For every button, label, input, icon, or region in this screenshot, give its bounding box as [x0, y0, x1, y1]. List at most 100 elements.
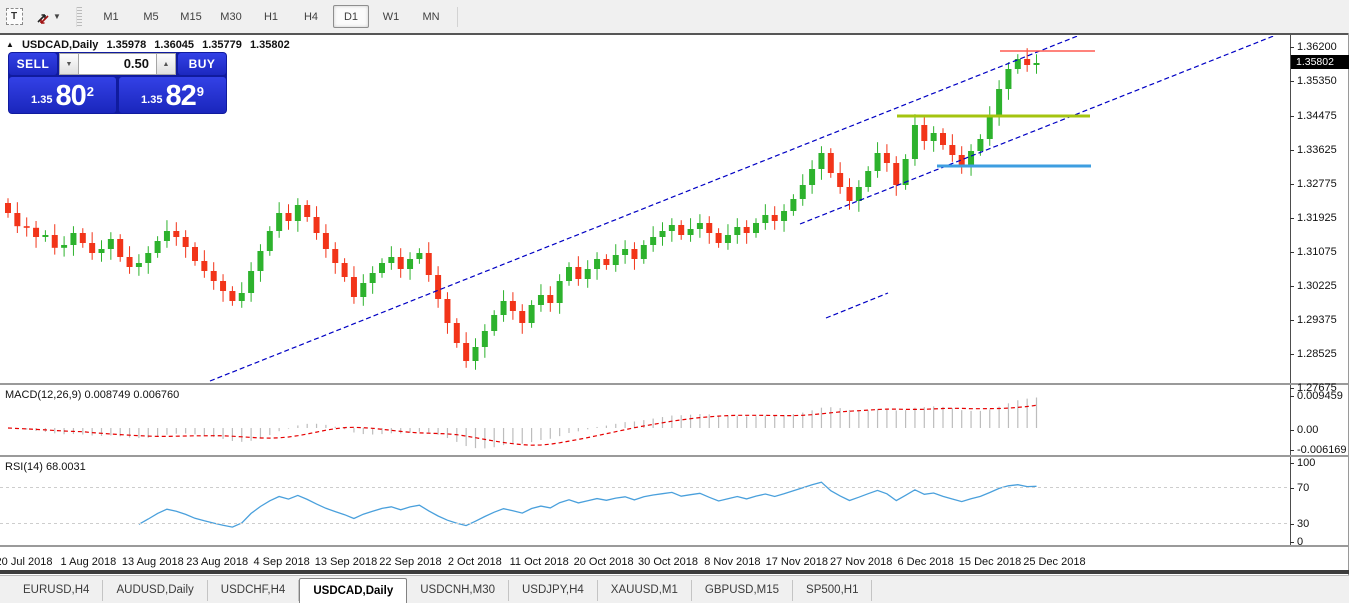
volume-input[interactable]: 0.50	[79, 53, 156, 75]
candle-body	[622, 249, 628, 255]
price-axis-tick	[1290, 184, 1294, 185]
buy-button[interactable]: BUY	[178, 53, 226, 75]
date-axis-label: 1 Aug 2018	[61, 556, 117, 568]
timeframe-button-m5[interactable]: M5	[133, 5, 169, 28]
price-axis-border	[1290, 35, 1291, 547]
price-axis-tick	[1290, 286, 1294, 287]
collapse-triangle-icon[interactable]: ▲	[6, 40, 14, 49]
date-axis-label: 13 Sep 2018	[315, 556, 377, 568]
price-axis-label: 1.31925	[1297, 212, 1337, 224]
candle-body	[968, 151, 974, 165]
chart-tab-usdchf[interactable]: USDCHF,H4	[208, 580, 300, 601]
tile-windows-icon	[35, 9, 51, 25]
macd-indicator-label: MACD(12,26,9) 0.008749 0.006760	[5, 389, 179, 401]
candle-body	[444, 299, 450, 323]
text-tool-icon: T	[6, 8, 23, 25]
macd-axis-label: 0.00	[1297, 424, 1318, 436]
sell-price-display[interactable]: 1.35 80 2	[9, 77, 116, 113]
sell-button[interactable]: SELL	[9, 53, 57, 75]
timeframe-toolbar: M1M5M15M30H1H4D1W1MN	[91, 5, 451, 28]
subwindow-splitter-rsi[interactable]	[0, 455, 1349, 457]
candle-body	[276, 213, 282, 231]
buy-price-big: 82	[165, 82, 195, 111]
candle-body	[304, 205, 310, 217]
chart-window-top-border	[0, 33, 1349, 35]
candle-body	[5, 203, 11, 213]
chart-tab-usdcnh[interactable]: USDCNH,M30	[407, 580, 509, 601]
candle-body	[753, 223, 759, 233]
candle-body	[762, 215, 768, 223]
candle-body	[893, 163, 899, 185]
candle-body	[566, 267, 572, 281]
date-axis-label: 22 Sep 2018	[379, 556, 441, 568]
one-click-trading-panel: SELL ▼ 0.50 ▲ BUY 1.35 80 2 1.35 82 9	[8, 52, 227, 114]
volume-increase-button[interactable]: ▲	[156, 53, 176, 75]
candle-body	[108, 239, 114, 249]
date-axis-label: 17 Nov 2018	[766, 556, 828, 568]
candle-body	[42, 235, 48, 237]
candle-body	[89, 243, 95, 253]
timeframe-button-m30[interactable]: M30	[213, 5, 249, 28]
candle-body	[678, 225, 684, 235]
timeframe-button-w1[interactable]: W1	[373, 5, 409, 28]
date-axis-label: 23 Aug 2018	[186, 556, 248, 568]
macd-axis-label: -0.006169	[1297, 444, 1347, 456]
price-axis-tick	[1290, 116, 1294, 117]
timeframe-button-h1[interactable]: H1	[253, 5, 289, 28]
candle-body	[491, 315, 497, 331]
chart-canvas[interactable]	[0, 33, 1349, 575]
chart-tab-usdjpy[interactable]: USDJPY,H4	[509, 580, 598, 601]
chart-title: ▲ USDCAD,Daily 1.35978 1.36045 1.35779 1…	[6, 39, 290, 51]
chart-symbol-label: USDCAD,Daily	[22, 39, 98, 51]
volume-decrease-button[interactable]: ▼	[59, 53, 79, 75]
chart-tab-gbpusd[interactable]: GBPUSD,M15	[692, 580, 793, 601]
candle-body	[585, 269, 591, 279]
price-axis-tick	[1290, 150, 1294, 151]
chart-tab-usdcad[interactable]: USDCAD,Daily	[299, 578, 407, 603]
candle-body	[650, 237, 656, 245]
timeframe-button-mn[interactable]: MN	[413, 5, 449, 28]
candle-body	[248, 271, 254, 293]
candle-body	[931, 133, 937, 141]
tile-windows-button[interactable]: ▼	[29, 4, 67, 30]
candle-body	[117, 239, 123, 257]
buy-price-display[interactable]: 1.35 82 9	[119, 77, 226, 113]
candle-body	[631, 249, 637, 259]
candle-body	[99, 249, 105, 253]
candle-body	[987, 117, 993, 139]
text-tool-button[interactable]: T	[1, 4, 27, 30]
timeframe-button-m15[interactable]: M15	[173, 5, 209, 28]
candle-body	[416, 253, 422, 259]
candle-body	[856, 187, 862, 201]
timeframe-button-m1[interactable]: M1	[93, 5, 129, 28]
price-axis-label: 1.34475	[1297, 110, 1337, 122]
sell-price-small: 1.35	[31, 94, 52, 106]
candle-body	[725, 235, 731, 243]
candle-body	[884, 153, 890, 163]
candle-body	[697, 223, 703, 229]
candle-body	[14, 213, 20, 226]
chart-tab-eurusd[interactable]: EURUSD,H4	[10, 580, 103, 601]
price-axis-label: 1.31075	[1297, 246, 1337, 258]
price-axis-tick	[1290, 218, 1294, 219]
candle-body	[257, 251, 263, 271]
candle-body	[473, 347, 479, 361]
candle-body	[286, 213, 292, 221]
candle-body	[828, 153, 834, 173]
chart-tab-xauusd[interactable]: XAUUSD,M1	[598, 580, 692, 601]
chart-tab-sp500[interactable]: SP500,H1	[793, 580, 872, 601]
price-axis-label: 1.30225	[1297, 280, 1337, 292]
chart-tab-audusd[interactable]: AUDUSD,Daily	[103, 580, 207, 601]
subwindow-splitter-macd[interactable]	[0, 383, 1349, 385]
toolbar-grip	[76, 7, 82, 27]
price-axis-tick	[1290, 388, 1294, 389]
macd-axis-tick	[1290, 396, 1294, 397]
candle-body	[949, 145, 955, 155]
candle-body	[940, 133, 946, 145]
timeframe-button-h4[interactable]: H4	[293, 5, 329, 28]
candle-body	[463, 343, 469, 361]
quote-close: 1.35802	[250, 39, 290, 51]
timeframe-button-d1[interactable]: D1	[333, 5, 369, 28]
rsi-axis-label: 0	[1297, 536, 1303, 548]
price-axis-label: 1.32775	[1297, 178, 1337, 190]
